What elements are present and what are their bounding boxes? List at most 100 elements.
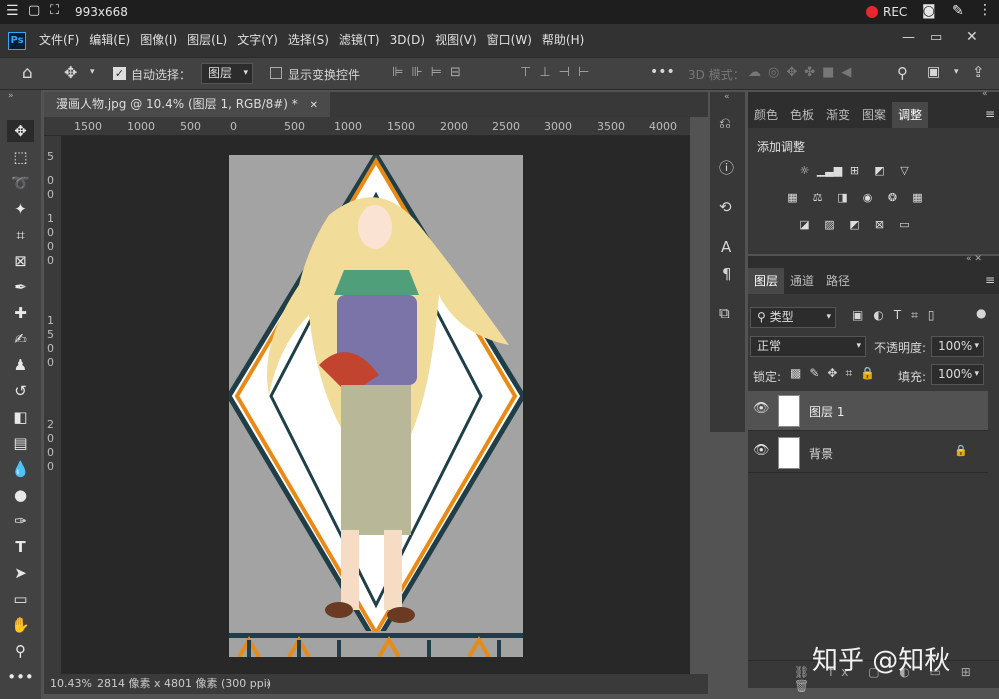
menu-layer[interactable]: 图层(L): [182, 24, 232, 57]
menu-file[interactable]: 文件(F): [34, 24, 84, 57]
curves-icon[interactable]: ⊞: [846, 163, 863, 177]
path-select-icon[interactable]: ➤: [7, 562, 34, 584]
minimize-icon[interactable]: —: [902, 30, 915, 45]
hamburger-icon[interactable]: ☰: [6, 3, 19, 19]
threshold-icon[interactable]: ◩: [846, 217, 863, 231]
chevron-down-icon[interactable]: ▾: [90, 67, 95, 77]
menu-view[interactable]: 视图(V): [430, 24, 482, 57]
share-icon[interactable]: ⇪: [972, 63, 985, 81]
invert-icon[interactable]: ◪: [796, 217, 813, 231]
marquee-tool-icon[interactable]: ⬚: [7, 146, 34, 168]
close-tab-icon[interactable]: ✕: [310, 100, 318, 111]
search-icon[interactable]: ⚲: [897, 64, 908, 82]
posterize-icon[interactable]: ▨: [821, 217, 838, 231]
layer-name[interactable]: 图层 1: [809, 403, 844, 420]
gradient-map-icon[interactable]: ▭: [896, 217, 913, 231]
opacity-input[interactable]: 100% ▾: [931, 336, 984, 357]
hand-tool-icon[interactable]: ✋: [7, 614, 34, 636]
document-tab[interactable]: 漫画人物.jpg @ 10.4% (图层 1, RGB/8#) * ✕: [44, 92, 331, 117]
canvas-area[interactable]: [62, 136, 690, 674]
menu-filter[interactable]: 滤镜(T): [334, 24, 385, 57]
history-brush-icon[interactable]: ↺: [7, 380, 34, 402]
eyedropper-icon[interactable]: ✒: [7, 276, 34, 298]
collapse-icon[interactable]: «: [982, 89, 988, 99]
tab-gradients[interactable]: 渐变: [820, 102, 856, 128]
rectangle-tool-icon[interactable]: ▭: [7, 588, 34, 610]
paragraph-icon[interactable]: ¶: [722, 265, 732, 283]
tab-paths[interactable]: 路径: [820, 268, 856, 294]
vibrance-icon[interactable]: ▽: [896, 163, 913, 177]
dodge-tool-icon[interactable]: ●: [7, 484, 34, 506]
menu-type[interactable]: 文字(Y): [232, 24, 283, 57]
tab-adjustments[interactable]: 调整: [892, 102, 929, 128]
pen-tool-icon[interactable]: ✑: [7, 510, 34, 532]
fill-input[interactable]: 100% ▾: [931, 364, 984, 385]
camera-icon[interactable]: ◙: [922, 3, 936, 19]
zoom-tool-icon[interactable]: ⚲: [7, 640, 34, 662]
tab-swatches[interactable]: 色板: [784, 102, 820, 128]
channel-mixer-icon[interactable]: ❂: [884, 190, 901, 204]
window-icon[interactable]: ▢: [28, 3, 40, 18]
menu-3d[interactable]: 3D(D): [385, 24, 430, 57]
levels-icon[interactable]: ▁▃▆: [817, 163, 842, 177]
record-label[interactable]: REC: [883, 5, 907, 19]
panel-menu-icon[interactable]: ≡: [981, 268, 999, 294]
filter-toggle-icon[interactable]: ●: [976, 306, 986, 320]
chevron-right-icon[interactable]: ›: [266, 674, 270, 694]
info-icon[interactable]: ⓘ: [719, 157, 734, 178]
blur-tool-icon[interactable]: 💧: [7, 458, 34, 480]
more-icon[interactable]: ⋮: [978, 2, 992, 18]
home-icon[interactable]: ⌂: [22, 63, 33, 83]
align-icons[interactable]: ⊫⊪⊨⊟: [392, 65, 469, 80]
auto-select-dropdown[interactable]: 图层 ▾: [201, 63, 253, 84]
panel-menu-icon[interactable]: ≡: [981, 102, 999, 128]
more-options-icon[interactable]: •••: [650, 64, 675, 80]
menu-select[interactable]: 选择(S): [283, 24, 334, 57]
lock-option-icons[interactable]: ▩✎✥⌗🔒: [790, 366, 883, 381]
blend-mode-dropdown[interactable]: 正常 ▾: [750, 336, 866, 357]
maximize-icon[interactable]: ▭: [930, 30, 942, 45]
move-tool-icon[interactable]: ✥: [7, 120, 34, 142]
layer-row[interactable]: 👁 图层 1: [748, 391, 988, 431]
tab-channels[interactable]: 通道: [784, 268, 820, 294]
properties-icon[interactable]: ⟲: [719, 198, 732, 216]
layer-filter-dropdown[interactable]: ⚲ 类型 ▾: [750, 307, 836, 328]
eraser-tool-icon[interactable]: ◧: [7, 406, 34, 428]
pen-icon[interactable]: ✎: [952, 3, 964, 19]
crop-frame-icon[interactable]: ⛶: [50, 3, 59, 18]
menu-help[interactable]: 帮助(H): [537, 24, 589, 57]
visibility-eye-icon[interactable]: 👁: [753, 401, 770, 416]
brightness-icon[interactable]: ☼: [796, 163, 813, 177]
hue-saturation-icon[interactable]: ▦: [784, 190, 801, 204]
zoom-level[interactable]: 10.43%: [50, 674, 92, 694]
gradient-tool-icon[interactable]: ▤: [7, 432, 34, 454]
color-lookup-icon[interactable]: ▦: [909, 190, 926, 204]
tab-color[interactable]: 颜色: [748, 102, 784, 128]
crop-tool-icon[interactable]: ⌗: [7, 224, 34, 246]
stamp-tool-icon[interactable]: ♟: [7, 354, 34, 376]
photo-filter-icon[interactable]: ◉: [859, 190, 876, 204]
black-white-icon[interactable]: ◨: [834, 190, 851, 204]
color-balance-icon[interactable]: ⚖: [809, 190, 826, 204]
filter-type-icons[interactable]: ▣◐T⌗▯: [852, 308, 945, 323]
type-tool-icon[interactable]: T: [7, 536, 34, 558]
frame-tool-icon[interactable]: ⊠: [7, 250, 34, 272]
collapse-icon[interactable]: «: [724, 92, 730, 102]
magic-wand-icon[interactable]: ✦: [7, 198, 34, 220]
collapse-icon[interactable]: « ✕: [966, 254, 982, 264]
exposure-icon[interactable]: ◩: [871, 163, 888, 177]
layer-name[interactable]: 背景: [809, 445, 833, 462]
workspace-icon[interactable]: ▣: [927, 64, 940, 80]
character-icon[interactable]: A: [721, 238, 731, 256]
menu-image[interactable]: 图像(I): [135, 24, 182, 57]
3d-icon[interactable]: ⧉: [719, 304, 730, 322]
tab-patterns[interactable]: 图案: [856, 102, 892, 128]
layer-row[interactable]: 👁 背景 🔒: [748, 433, 988, 473]
chevron-down-icon[interactable]: ▾: [954, 67, 959, 77]
move-tool-icon[interactable]: ✥: [64, 63, 77, 82]
more-tools-icon[interactable]: •••: [7, 666, 34, 688]
distribute-icons[interactable]: ⊤⊥⊣⊢: [520, 65, 597, 80]
show-transform-checkbox[interactable]: [270, 67, 282, 79]
lasso-tool-icon[interactable]: ➰: [7, 172, 34, 194]
history-icon[interactable]: ⎌: [719, 114, 731, 132]
